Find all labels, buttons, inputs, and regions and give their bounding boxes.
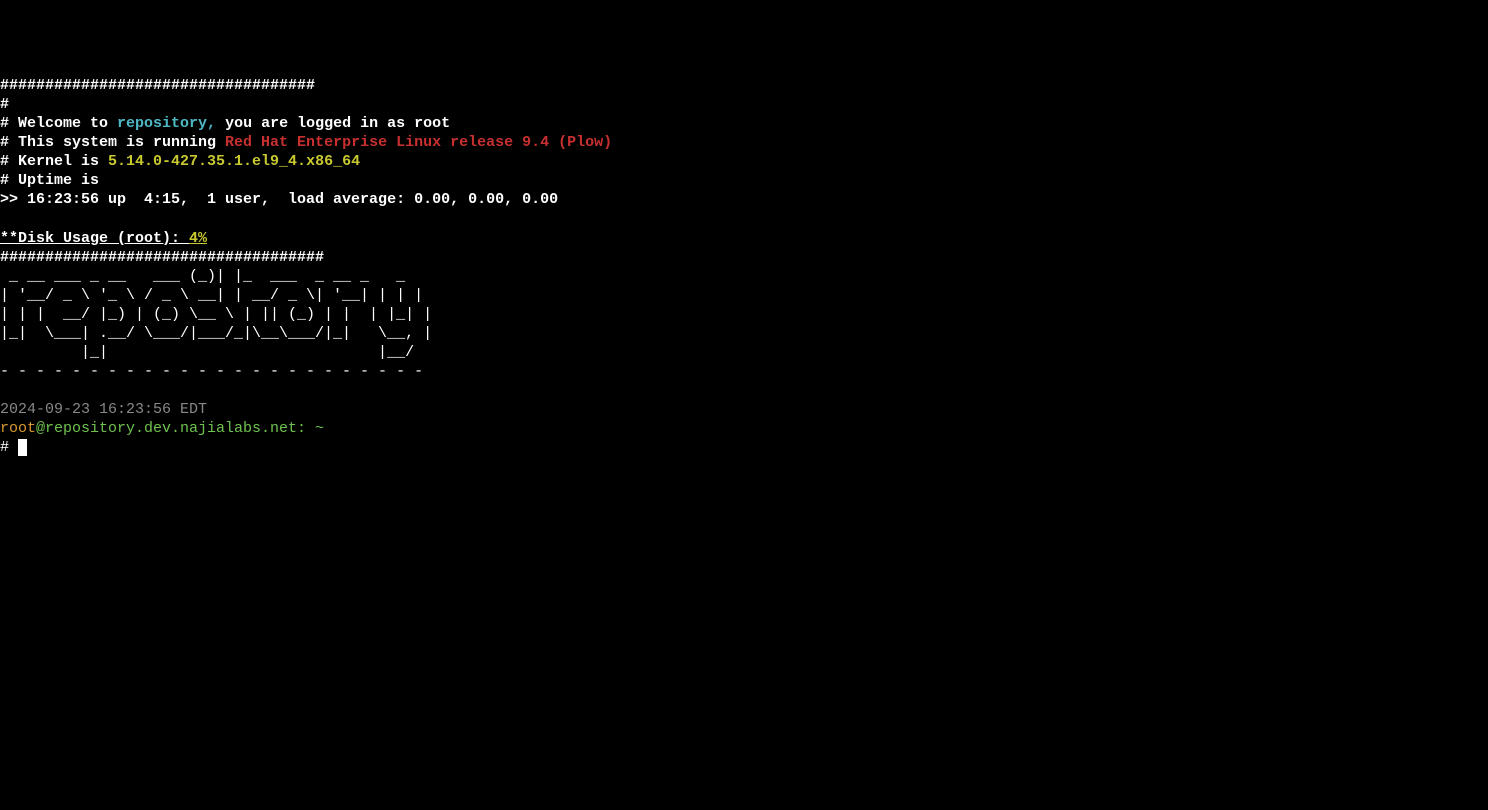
prompt-host: @repository.dev.najialabs.net: ~ [36,420,324,437]
ascii-divider: - - - - - - - - - - - - - - - - - - - - … [0,363,423,380]
motd-hashline-bottom: #################################### [0,249,324,266]
motd-disk-label: **Disk Usage (root): [0,230,189,247]
terminal-cursor[interactable] [18,439,27,456]
motd-os-release: Red Hat Enterprise Linux release 9.4 (Pl… [225,134,612,151]
motd-hashline-top: ################################### [0,77,315,94]
motd-welcome-pre: # Welcome to [0,115,117,132]
motd-hostname: repository, [117,115,216,132]
ascii-art-l3: | | | __/ |_) | (_) \__ \ | || (_) | | |… [0,306,432,323]
motd-kernel: 5.14.0-427.35.1.el9_4.x86_64 [108,153,360,170]
terminal-output[interactable]: ################################### # # … [0,76,1488,457]
motd-welcome-mid: you are logged in as [216,115,414,132]
motd-user: root [414,115,450,132]
motd-kernel-pre: # Kernel is [0,153,108,170]
motd-uptime: >> 16:23:56 up 4:15, 1 user, load averag… [0,191,558,208]
ascii-art-l5: |_| |__/ [0,344,423,361]
ascii-art-l1: _ __ ___ _ __ ___ (_)| |_ ___ _ __ _ _ [0,268,414,285]
prompt-user: root [0,420,36,437]
ascii-art-l4: |_| \___| .__/ \___/|___/_|\__\___/|_| \… [0,325,432,342]
motd-os-pre: # This system is running [0,134,225,151]
ascii-art-l2: | '__/ _ \ '_ \ / _ \ __| | __/ _ \| '__… [0,287,423,304]
prompt-ps1: # [0,439,18,456]
motd-hash-blank: # [0,96,9,113]
prompt-timestamp: 2024-09-23 16:23:56 EDT [0,401,207,418]
motd-uptime-label: # Uptime is [0,172,99,189]
motd-disk-pct: 4% [189,230,207,247]
